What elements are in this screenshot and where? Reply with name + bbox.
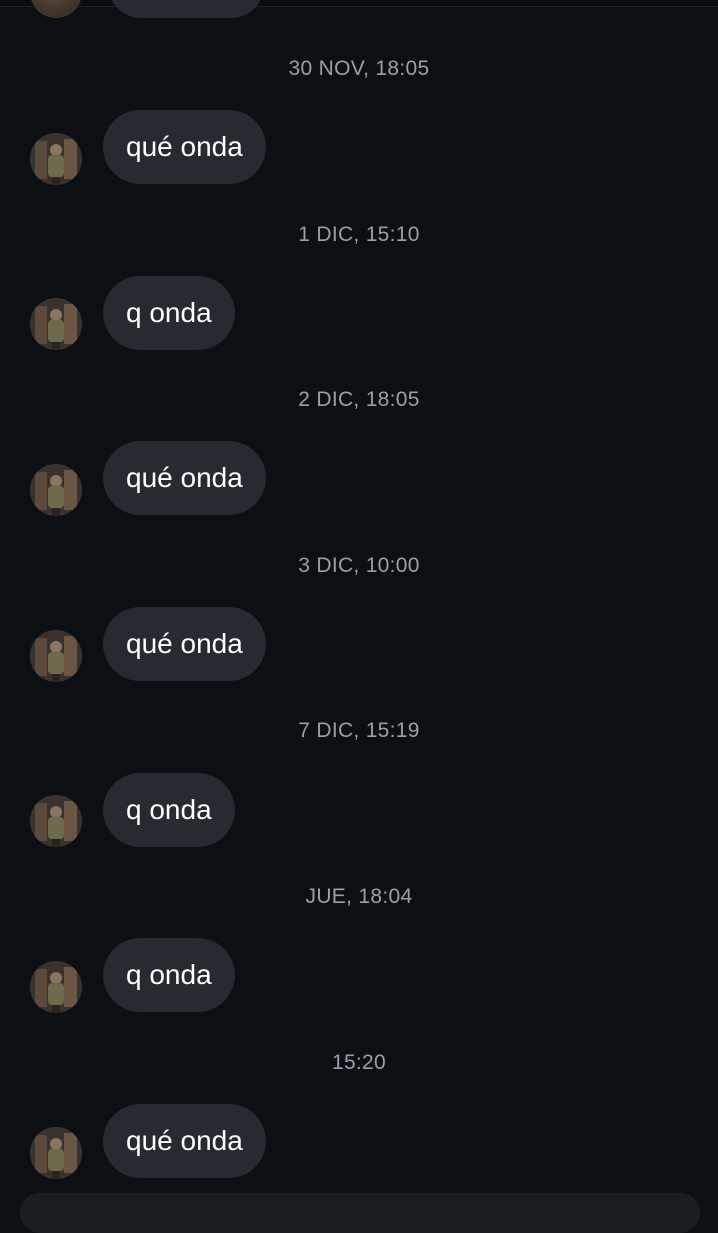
avatar[interactable]: [30, 630, 82, 682]
message-timestamp: 1 DIC, 15:10: [298, 223, 420, 246]
message-timestamp: 7 DIC, 15:19: [298, 719, 420, 742]
profile-photo-icon: [30, 961, 82, 1013]
message-bubble[interactable]: q onda: [103, 773, 235, 847]
avatar[interactable]: [30, 1127, 82, 1179]
message-timestamp: 3 DIC, 10:00: [298, 554, 420, 577]
profile-photo-icon: [30, 298, 82, 350]
profile-photo-icon: [30, 464, 82, 516]
message-timestamp: 2 DIC, 18:05: [298, 388, 420, 411]
previous-message-bubble[interactable]: [108, 0, 264, 18]
avatar[interactable]: [30, 133, 82, 185]
message-bubble[interactable]: q onda: [103, 938, 235, 1012]
message-timestamp: 15:20: [331, 1051, 387, 1074]
avatar[interactable]: [30, 0, 82, 18]
profile-photo-icon: [30, 133, 82, 185]
avatar[interactable]: [30, 795, 82, 847]
avatar[interactable]: [30, 961, 82, 1013]
message-bubble[interactable]: qué onda: [103, 607, 266, 681]
top-divider: [0, 0, 718, 7]
message-timestamp: JUE, 18:04: [305, 885, 413, 908]
message-bubble[interactable]: qué onda: [103, 441, 266, 515]
message-bubble[interactable]: qué onda: [103, 1104, 266, 1178]
avatar[interactable]: [30, 298, 82, 350]
message-timestamp: 30 NOV, 18:05: [288, 57, 430, 80]
message-composer[interactable]: [20, 1193, 700, 1233]
profile-photo-icon: [30, 795, 82, 847]
message-bubble[interactable]: q onda: [103, 276, 235, 350]
avatar[interactable]: [30, 464, 82, 516]
message-bubble[interactable]: qué onda: [103, 110, 266, 184]
profile-photo-icon: [30, 630, 82, 682]
profile-photo-icon: [30, 1127, 82, 1179]
